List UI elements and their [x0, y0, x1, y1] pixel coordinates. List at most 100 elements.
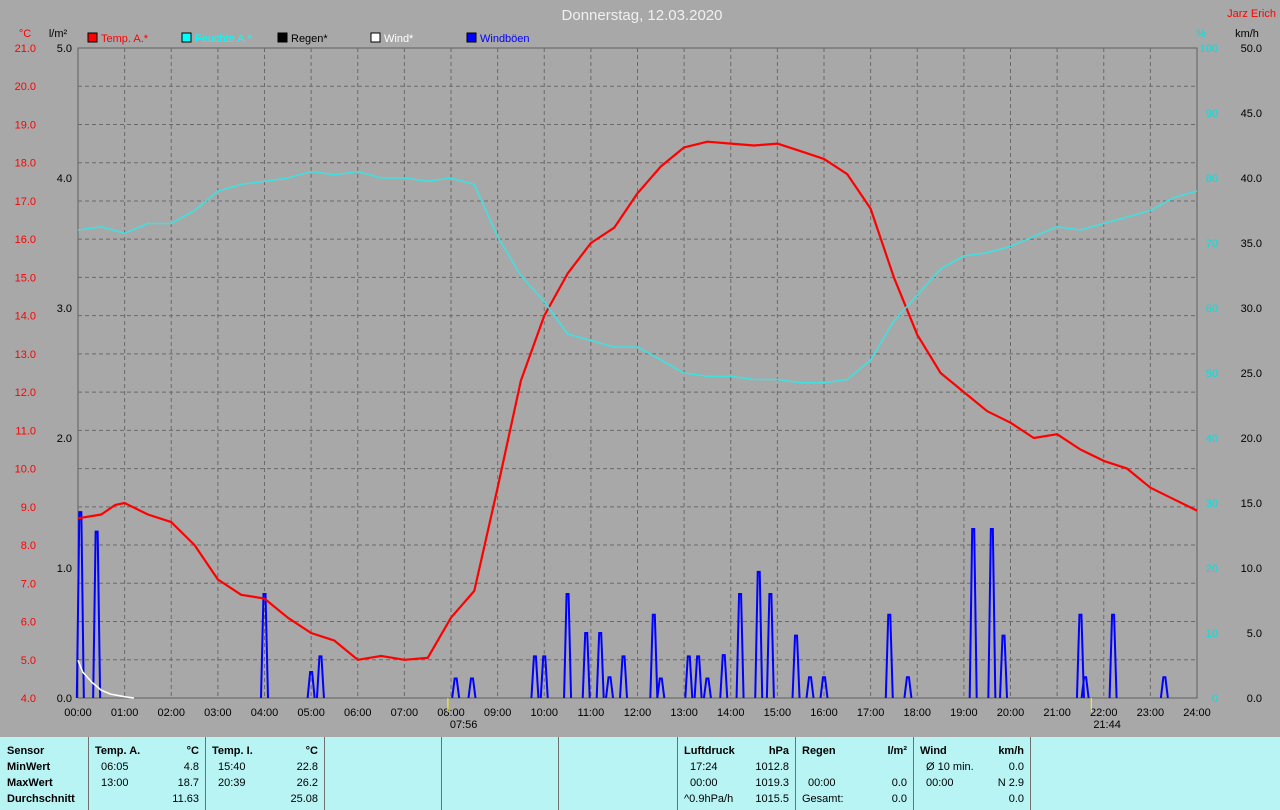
- wind-max: N 2.9: [997, 777, 1024, 789]
- hum-tick: 10: [1206, 628, 1218, 640]
- temp-i-max: 26.2: [296, 777, 318, 789]
- temp-tick: 16.0: [15, 234, 36, 246]
- legend-label-2: Regen*: [291, 33, 328, 45]
- temp-a-max: 18.7: [177, 777, 199, 789]
- wind-day: 0.0: [1008, 793, 1024, 805]
- wind-tick: 5.0: [1247, 628, 1262, 640]
- temp-tick: 14.0: [15, 311, 36, 323]
- stats-rain: Regen l/m² 00:00 0.0 Gesamt: 0.0: [796, 737, 914, 810]
- pressure-head: Luftdruck: [684, 745, 735, 757]
- temp-tick: 13.0: [15, 349, 36, 361]
- rain-max: 0.0: [891, 777, 907, 789]
- legend-swatch-0: [87, 32, 98, 43]
- stats-empty-3: [559, 737, 678, 810]
- temp-i-min: 22.8: [296, 761, 318, 773]
- temp-a-max-time: 13:00: [101, 777, 129, 789]
- legend-label-0: Temp. A.*: [101, 33, 149, 45]
- wind-tick: 30.0: [1241, 303, 1262, 315]
- rain-tick: 1.0: [57, 563, 72, 575]
- hum-tick: 70: [1206, 238, 1218, 250]
- hum-tick: 100: [1200, 43, 1218, 55]
- wind-tick: 0.0: [1247, 693, 1262, 705]
- temp-tick: 12.0: [15, 387, 36, 399]
- sunrise-label: 07:56: [450, 719, 478, 731]
- x-tick: 06:00: [344, 707, 372, 719]
- pressure-unit: hPa: [768, 745, 789, 757]
- stats-wind: Wind km/h Ø 10 min. 0.0 00:00 N 2.9 0.0: [914, 737, 1031, 810]
- author-label: Jarz Erich: [1227, 8, 1276, 20]
- x-tick: 14:00: [717, 707, 745, 719]
- wind-max-time: 00:00: [926, 777, 954, 789]
- hum-tick: 60: [1206, 303, 1218, 315]
- stats-panel: Sensor MinWert MaxWert Durchschnitt Temp…: [0, 737, 1280, 810]
- stats-temp-a: Temp. A. °C 06:05 4.8 13:00 18.7 11.63: [89, 737, 206, 810]
- rain-tick: 5.0: [57, 43, 72, 55]
- x-tick: 00:00: [64, 707, 92, 719]
- hum-tick: 90: [1206, 108, 1218, 120]
- stats-empty-1: [325, 737, 442, 810]
- temp-tick: 21.0: [15, 43, 36, 55]
- wind-tick: 50.0: [1241, 43, 1262, 55]
- hum-unit: %: [1196, 28, 1206, 40]
- stats-temp-i: Temp. I. °C 15:40 22.8 20:39 26.2 25.08: [206, 737, 325, 810]
- rain-tick: 2.0: [57, 433, 72, 445]
- pressure-trend-label: ^0.9hPa/h: [684, 793, 734, 805]
- wind-unit: km/h: [1235, 28, 1259, 40]
- x-tick: 22:00: [1090, 707, 1118, 719]
- temp-tick: 8.0: [21, 540, 36, 552]
- temp-i-head: Temp. I.: [212, 745, 253, 757]
- legend-label-3: Wind*: [384, 33, 414, 45]
- x-tick: 10:00: [530, 707, 558, 719]
- legend-swatch-1: [181, 32, 192, 43]
- wind-tick: 10.0: [1241, 563, 1262, 575]
- temp-tick: 10.0: [15, 464, 36, 476]
- x-tick: 12:00: [624, 707, 652, 719]
- stats-labels: Sensor MinWert MaxWert Durchschnitt: [0, 737, 89, 810]
- chart-title: Donnerstag, 12.03.2020: [562, 7, 723, 24]
- x-tick: 09:00: [484, 707, 512, 719]
- x-tick: 04:00: [251, 707, 279, 719]
- x-tick: 13:00: [670, 707, 698, 719]
- temp-tick: 20.0: [15, 81, 36, 93]
- temp-a-head: Temp. A.: [95, 745, 141, 757]
- x-tick: 01:00: [111, 707, 139, 719]
- row-avg-label: Durchschnitt: [7, 793, 75, 805]
- wind-tick: 45.0: [1241, 108, 1262, 120]
- x-tick: 18:00: [903, 707, 931, 719]
- legend-swatch-2: [277, 32, 288, 43]
- x-tick: 21:00: [1043, 707, 1071, 719]
- hum-tick: 0: [1212, 693, 1218, 705]
- temp-a-min-time: 06:05: [101, 761, 129, 773]
- rain-unit-stat: l/m²: [887, 745, 907, 757]
- row-min-label: MinWert: [7, 761, 51, 773]
- pressure-max: 1019.3: [755, 777, 789, 789]
- temp-tick: 6.0: [21, 617, 36, 629]
- x-tick: 03:00: [204, 707, 232, 719]
- rain-tick: 0.0: [57, 693, 72, 705]
- sensor-head: Sensor: [7, 745, 45, 757]
- temp-tick: 4.0: [21, 693, 36, 705]
- temp-tick: 5.0: [21, 655, 36, 667]
- temp-i-unit: °C: [305, 745, 318, 757]
- hum-tick: 30: [1206, 498, 1218, 510]
- legend-label-4: Windböen: [480, 33, 530, 45]
- x-tick: 24:00: [1183, 707, 1211, 719]
- x-tick: 07:00: [391, 707, 419, 719]
- stats-pressure: Luftdruck hPa 17:24 1012.8 00:00 1019.3 …: [678, 737, 796, 810]
- pressure-min: 1012.8: [755, 761, 789, 773]
- rain-max-time: 00:00: [808, 777, 836, 789]
- temp-a-min: 4.8: [183, 761, 199, 773]
- wind-tick: 40.0: [1241, 173, 1262, 185]
- temp-tick: 7.0: [21, 578, 36, 590]
- x-tick: 17:00: [857, 707, 885, 719]
- hum-tick: 80: [1206, 173, 1218, 185]
- pressure-trend: 1015.5: [755, 793, 789, 805]
- rain-unit: l/m²: [49, 28, 68, 40]
- rain-tick: 4.0: [57, 173, 72, 185]
- temp-tick: 18.0: [15, 158, 36, 170]
- rain-total-label: Gesamt:: [802, 793, 844, 805]
- hum-tick: 20: [1206, 563, 1218, 575]
- x-axis: 00:00 01:00 02:00 03:00 04:00 05:00 06:00 07:00…: [64, 707, 1211, 719]
- temp-i-min-time: 15:40: [218, 761, 246, 773]
- wind-tick: 25.0: [1241, 368, 1262, 380]
